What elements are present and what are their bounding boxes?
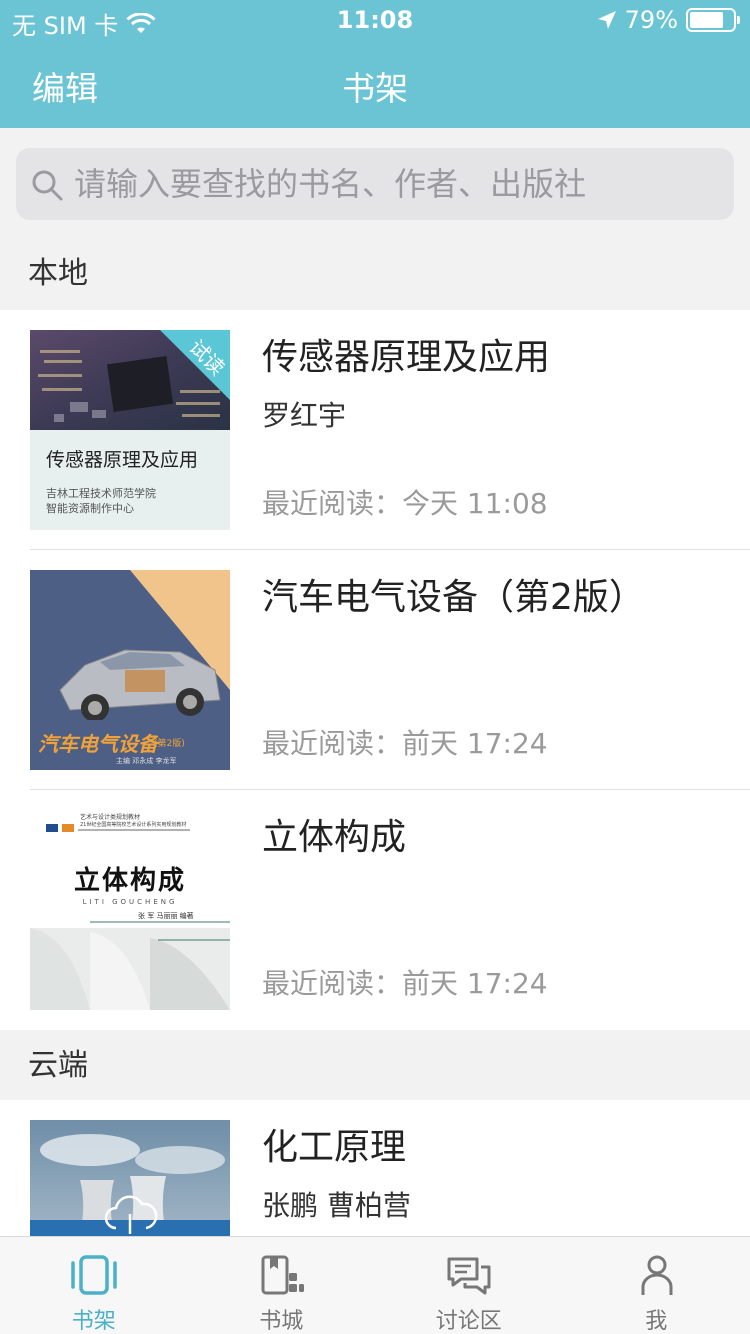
book-cover: 试读 传感器原理及应用 吉林工程技术师范学院 智能资源制作中心 [30, 330, 230, 530]
tab-profile[interactable]: 我 [563, 1237, 750, 1334]
tab-label: 书城 [259, 1309, 304, 1334]
recent-read-time: 最近阅读：前天 17:24 [262, 967, 548, 1000]
book-row[interactable]: 艺术与设计类规划教材 21世纪全国高等院校艺术设计系列实用规划教材 立体构成 L… [0, 790, 750, 1030]
cloud-book-list: 化工原理 张鹏 曹柏营 [0, 1100, 750, 1236]
bookstore-icon [261, 1255, 304, 1295]
battery-icon [686, 8, 740, 32]
cover-publisher-line2: 智能资源制作中心 [46, 502, 134, 515]
tab-label: 讨论区 [435, 1309, 502, 1334]
search-box[interactable] [16, 148, 734, 220]
search-icon [32, 170, 63, 201]
tab-bookshelf[interactable]: 书架 [0, 1237, 188, 1334]
cover-editors: 张 军 马丽丽 编著 [138, 912, 194, 920]
section-header-local: 本地 [0, 238, 750, 310]
cover-art-image [30, 824, 230, 1010]
book-row[interactable]: 试读 传感器原理及应用 吉林工程技术师范学院 智能资源制作中心 传感器原理及应用… [0, 310, 750, 550]
bookshelf-icon [71, 1255, 117, 1295]
discussion-icon [447, 1257, 491, 1295]
tab-discussion[interactable]: 讨论区 [375, 1237, 563, 1334]
tab-label: 书架 [71, 1309, 116, 1334]
battery-percent: 79% [624, 6, 678, 34]
page-title: 书架 [342, 69, 408, 108]
cloud-download-icon[interactable] [100, 1192, 160, 1236]
cover-editors: 主编 邓永成 李龙军 [116, 757, 177, 765]
status-right: 79% [597, 6, 740, 34]
tab-label: 我 [645, 1309, 668, 1334]
search-area [0, 128, 750, 238]
book-cover [30, 1120, 230, 1236]
local-book-list: 试读 传感器原理及应用 吉林工程技术师范学院 智能资源制作中心 传感器原理及应用… [0, 310, 750, 1030]
book-row[interactable]: 化工原理 张鹏 曹柏营 [0, 1100, 750, 1236]
navigation-bar: 编辑 书架 [0, 40, 750, 128]
search-input[interactable] [74, 148, 714, 220]
location-arrow-icon [597, 11, 616, 29]
profile-icon [641, 1255, 672, 1295]
status-bar: 无 SIM 卡 11:08 79% [0, 0, 750, 40]
book-title: 立体构成 [262, 817, 407, 858]
cover-title: 汽车电气设备 [38, 732, 158, 756]
book-cover: 艺术与设计类规划教材 21世纪全国高等院校艺术设计系列实用规划教材 立体构成 L… [30, 810, 230, 1010]
cover-publisher-line1: 吉林工程技术师范学院 [46, 487, 156, 500]
cover-series-line2: 21世纪全国高等院校艺术设计系列实用规划教材 [80, 822, 187, 828]
book-title: 汽车电气设备（第2版） [262, 577, 645, 618]
book-title: 化工原理 [262, 1127, 407, 1168]
cover-title: 传感器原理及应用 [46, 449, 199, 471]
cover-series-line1: 艺术与设计类规划教材 [80, 814, 141, 821]
cover-title: 立体构成 [73, 866, 186, 896]
book-cover: 汽车电气设备 (第2版) 主编 邓永成 李龙军 [30, 570, 230, 770]
cover-edition: (第2版) [154, 739, 185, 749]
book-row[interactable]: 汽车电气设备 (第2版) 主编 邓永成 李龙军 汽车电气设备（第2版） 最近阅读… [0, 550, 750, 790]
recent-read-time: 最近阅读：前天 17:24 [262, 727, 548, 760]
book-author: 罗红宇 [262, 399, 347, 432]
book-title: 传感器原理及应用 [262, 337, 551, 378]
book-author: 张鹏 曹柏营 [262, 1189, 411, 1222]
tab-bar: 书架 书城 讨论区 我 [0, 1236, 750, 1334]
tab-bookstore[interactable]: 书城 [188, 1237, 376, 1334]
recent-read-time: 最近阅读：今天 11:08 [262, 487, 548, 520]
cover-pinyin: LITI GOUCHENG [82, 898, 178, 906]
section-header-cloud: 云端 [0, 1030, 750, 1102]
